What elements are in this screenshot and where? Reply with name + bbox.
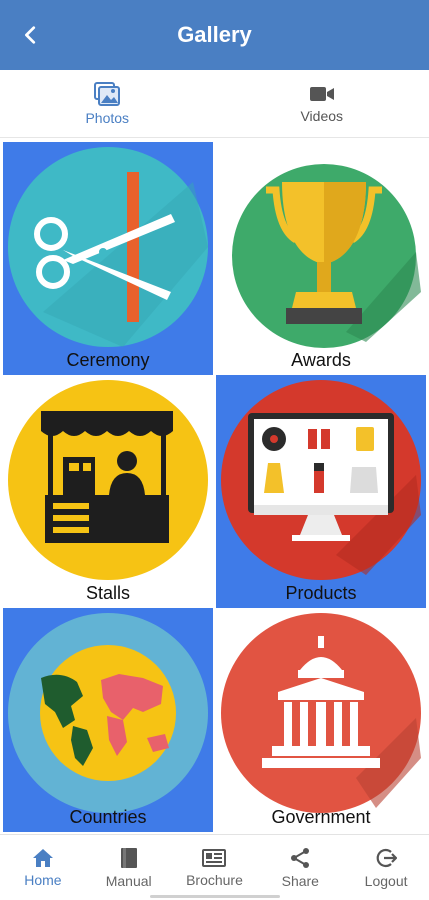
- photos-icon: [94, 81, 121, 106]
- gallery-tile-label: Countries: [69, 807, 147, 827]
- gallery-tile-products[interactable]: Products: [216, 375, 426, 608]
- logout-icon: [376, 848, 398, 867]
- ribbon-cutting-icon: [8, 147, 208, 347]
- chevron-left-icon: [25, 26, 36, 44]
- page-title: Gallery: [177, 22, 252, 47]
- gallery-tile-label: Products: [285, 583, 357, 603]
- share-icon: [291, 847, 310, 868]
- nav-share-label: Share: [281, 872, 319, 889]
- gallery-tile-label: Awards: [291, 350, 351, 370]
- gallery-tile-stalls[interactable]: Stalls: [3, 375, 213, 608]
- world-map-icon: [8, 613, 208, 813]
- nav-logout-label: Logout: [364, 872, 408, 889]
- gallery-tabs: Photos Videos: [0, 70, 429, 138]
- brochure-icon: [202, 848, 227, 867]
- stall-icon: [8, 380, 208, 580]
- video-camera-icon: [309, 86, 334, 101]
- nav-home[interactable]: Home: [0, 835, 86, 900]
- gallery-grid: Ceremony Awards Stalls Products Countrie…: [3, 142, 426, 832]
- gallery-tile-label: Government: [271, 807, 371, 827]
- gallery-tile-awards[interactable]: Awards: [216, 142, 426, 375]
- tab-photos[interactable]: Photos: [0, 70, 215, 137]
- gallery-tile-countries[interactable]: Countries: [3, 608, 213, 832]
- tab-videos[interactable]: Videos: [215, 70, 429, 137]
- gallery-tile-label: Stalls: [85, 583, 130, 603]
- gallery-tile-government[interactable]: Government: [216, 608, 426, 832]
- products-monitor-icon: [221, 380, 421, 580]
- home-icon: [32, 848, 53, 867]
- nav-manual[interactable]: Manual: [86, 835, 172, 900]
- nav-home-label: Home: [24, 871, 62, 888]
- back-button[interactable]: [10, 14, 52, 56]
- app-bar: Gallery: [0, 0, 429, 70]
- gallery-tile-ceremony[interactable]: Ceremony: [3, 142, 213, 375]
- home-indicator: [150, 895, 280, 898]
- tab-videos-label: Videos: [300, 107, 344, 124]
- nav-brochure-label: Brochure: [186, 871, 243, 888]
- nav-share[interactable]: Share: [257, 835, 343, 900]
- government-building-icon: [221, 613, 421, 813]
- bottom-navigation: Home Manual Brochure Share Logout: [0, 834, 429, 900]
- trophy-icon: [232, 164, 421, 348]
- tab-photos-label: Photos: [85, 109, 130, 126]
- nav-manual-label: Manual: [105, 872, 152, 889]
- nav-logout[interactable]: Logout: [343, 835, 429, 900]
- nav-brochure[interactable]: Brochure: [172, 835, 258, 900]
- book-icon: [120, 847, 137, 868]
- gallery-tile-label: Ceremony: [66, 350, 150, 370]
